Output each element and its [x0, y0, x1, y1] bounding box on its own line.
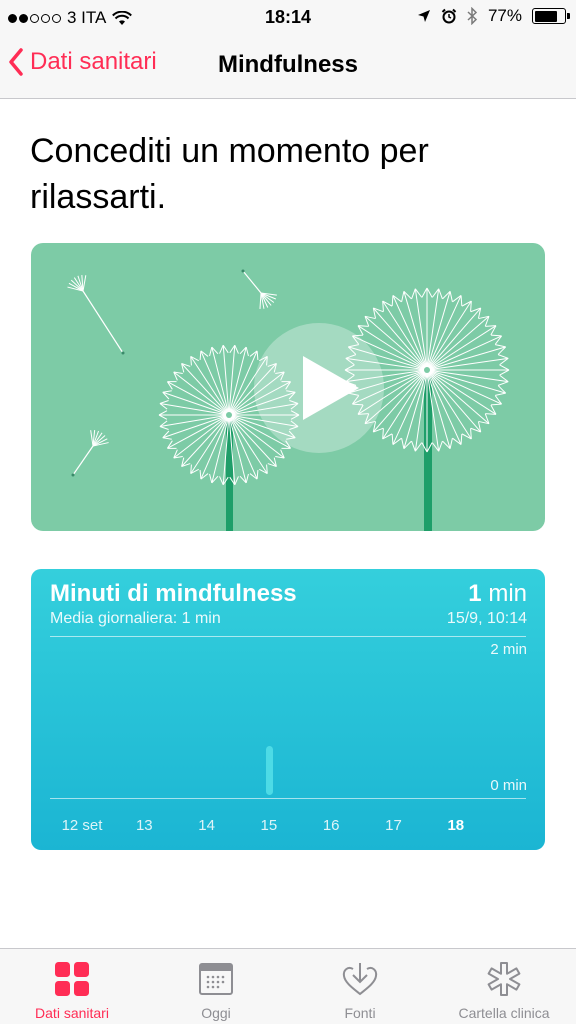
tab-oggi[interactable]: Oggi — [144, 949, 288, 1024]
chart-date: 15/9, 10:14 — [446, 610, 527, 627]
dashboard-grid-icon — [55, 962, 89, 996]
x-axis-label: 13 — [135, 817, 153, 834]
x-axis-labels: 12 set 13 14 15 16 17 18 — [31, 817, 545, 837]
tab-label: Fonti — [344, 1005, 376, 1021]
chart-bar — [265, 746, 273, 795]
intro-headline: Concediti un momento per rilassarti. — [30, 132, 429, 216]
tab-label: Cartella clinica — [458, 1005, 550, 1021]
chart-top-gridline — [50, 636, 526, 637]
tab-label: Dati sanitari — [35, 1005, 109, 1021]
tab-dati-sanitari[interactable]: Dati sanitari — [0, 949, 144, 1024]
play-icon — [303, 356, 359, 420]
play-button[interactable] — [254, 323, 384, 453]
battery-level — [534, 10, 557, 22]
chart-daily-average: Media giornaliera: 1 min — [50, 610, 221, 627]
x-axis-label: 16 — [322, 817, 340, 834]
tab-bar: Dati sanitari Oggi Fonti Cartella clinic… — [0, 948, 576, 1024]
y-axis-bottom-label: 0 min — [490, 777, 527, 794]
chart-current-value: 1 min — [468, 580, 527, 608]
bluetooth-icon — [467, 7, 478, 25]
mindfulness-video-card[interactable] — [31, 243, 545, 531]
status-bar: 3 ITA 18:14 77% — [0, 0, 576, 36]
medical-star-icon — [487, 962, 521, 996]
tab-fonti[interactable]: Fonti — [288, 949, 432, 1024]
location-arrow-icon — [417, 10, 430, 22]
navigation-bar: Dati sanitari Mindfulness — [0, 36, 576, 99]
status-right: 77% — [417, 6, 570, 26]
battery-icon — [532, 8, 570, 24]
chart-title: Minuti di mindfulness — [50, 580, 297, 607]
alarm-clock-icon — [441, 8, 457, 24]
x-axis-label: 17 — [385, 817, 402, 834]
y-axis-top-label: 2 min — [490, 641, 527, 658]
chart-baseline — [50, 798, 526, 799]
chart-value-number: 1 — [468, 580, 482, 607]
mindful-minutes-chart-card[interactable]: Minuti di mindfulness 1 min Media giorna… — [31, 569, 545, 850]
x-axis-label: 15 — [260, 817, 278, 834]
calendar-icon — [199, 963, 233, 995]
tab-cartella-clinica[interactable]: Cartella clinica — [432, 949, 576, 1024]
chart-value-unit: min — [488, 580, 527, 607]
x-axis-label: 12 set — [61, 817, 103, 834]
battery-percent: 77% — [487, 6, 522, 25]
x-axis-label: 18 — [447, 817, 465, 834]
x-axis-label: 14 — [198, 817, 215, 834]
tab-label: Oggi — [201, 1005, 231, 1021]
download-heart-icon — [342, 963, 378, 996]
page-title: Mindfulness — [217, 51, 358, 78]
